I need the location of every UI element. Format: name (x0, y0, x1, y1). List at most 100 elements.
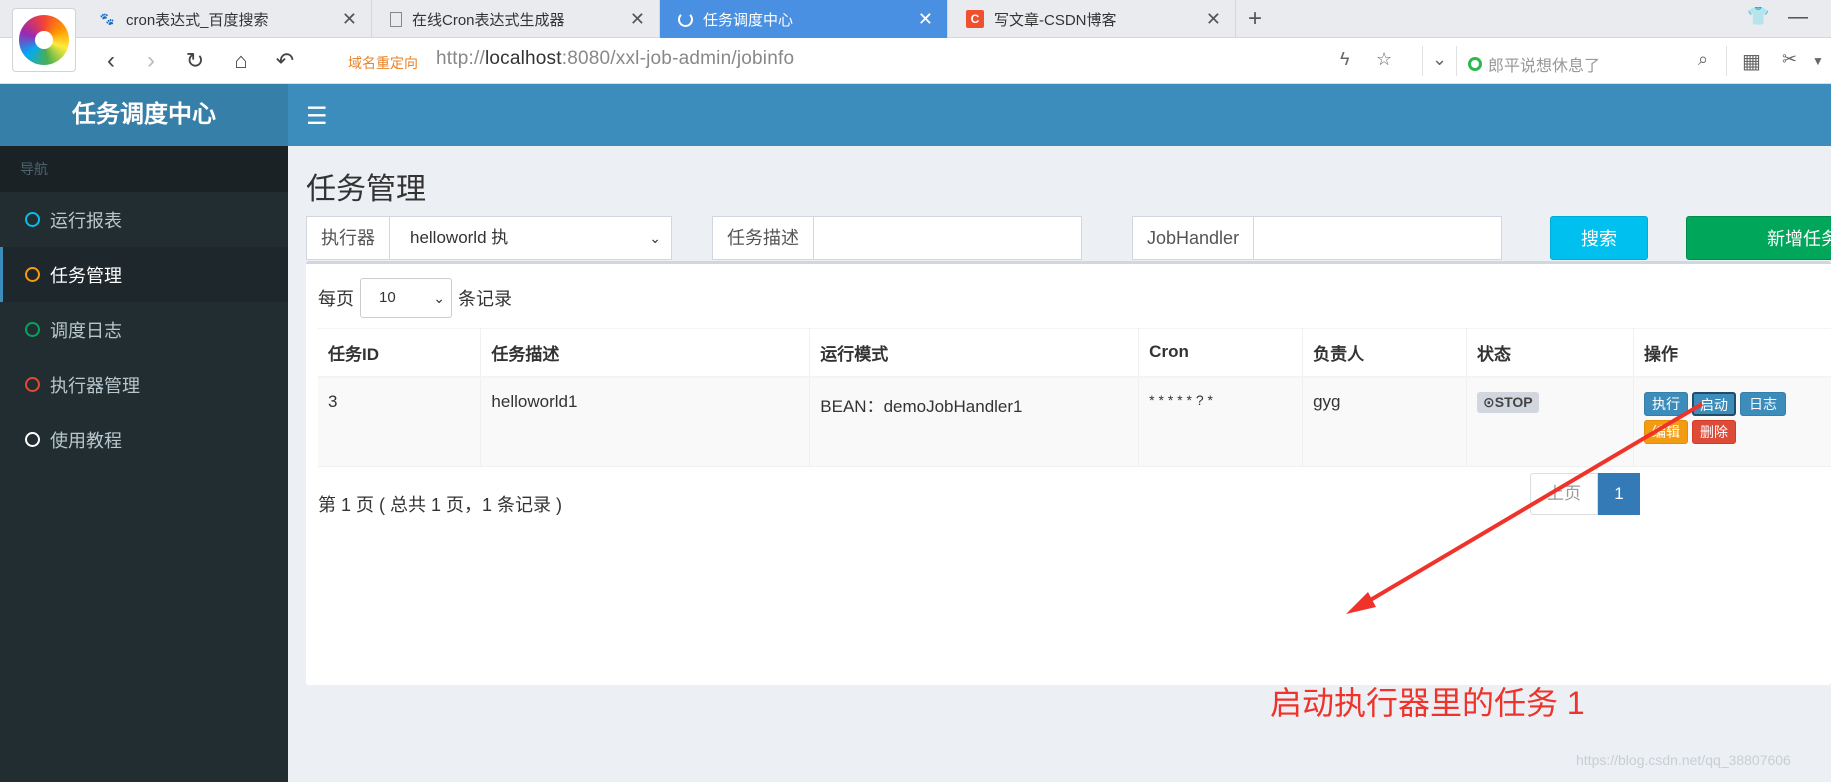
close-icon[interactable]: ✕ (918, 9, 933, 30)
redirect-tag: 域名重定向 (348, 55, 418, 71)
close-icon[interactable]: ✕ (1206, 9, 1221, 30)
circle-icon (25, 322, 40, 337)
home-button[interactable]: ⌂ (226, 46, 256, 76)
divider (1422, 46, 1423, 76)
sidebar-item-label: 使用教程 (50, 430, 122, 451)
menu-toggle-icon[interactable]: ☰ (306, 102, 328, 131)
start-button[interactable]: 启动 (1691, 391, 1736, 416)
divider (1726, 46, 1727, 76)
tab-title: 写文章-CSDN博客 (994, 11, 1117, 29)
log-button[interactable]: 日志 (1739, 391, 1786, 416)
circle-icon (25, 432, 40, 447)
tab-title: cron表达式_百度搜索 (126, 11, 269, 29)
desc-input[interactable] (814, 217, 1081, 259)
page-length-select[interactable]: 10 ⌄ (360, 278, 452, 318)
watermark: https://blog.csdn.net/qq_38807606 (1576, 752, 1791, 768)
sidebar-item-reports[interactable]: 运行报表 (0, 192, 288, 247)
search-placeholder: 郎平说想休息了 (1488, 58, 1601, 75)
search-button[interactable]: 搜索 (1550, 216, 1648, 260)
main-content: 任务管理 执行器 helloworld 执 ⌄ 任务描述 JobHandler 搜… (288, 146, 1831, 782)
star-icon[interactable]: ☆ (1376, 49, 1392, 70)
page-1-button[interactable]: 1 (1598, 473, 1640, 515)
cell-owner: gyg (1302, 376, 1468, 467)
add-job-button[interactable]: 新增任务 (1686, 216, 1831, 260)
cell-id: 3 (318, 376, 482, 467)
close-icon[interactable]: ✕ (342, 9, 357, 30)
minimize-icon[interactable]: — (1788, 6, 1808, 29)
baidu-paw-icon: 🐾 (99, 12, 115, 26)
edit-button[interactable]: 编辑 (1643, 419, 1688, 444)
sidebar-item-label: 执行器管理 (50, 375, 140, 396)
column-header-desc[interactable]: 任务描述 (480, 328, 811, 378)
sidebar-item-jobs[interactable]: 任务管理 (0, 247, 288, 302)
scissors-icon[interactable]: ✂ (1782, 49, 1797, 70)
executor-select[interactable]: helloworld 执 ⌄ (390, 217, 671, 259)
handler-filter: JobHandler (1132, 216, 1502, 260)
apps-grid-icon[interactable]: ▦ (1742, 49, 1761, 74)
lightning-icon[interactable]: ϟ (1340, 49, 1350, 70)
table-info: 第 1 页 ( 总共 1 页，1 条记录 ) (318, 495, 563, 515)
delete-button[interactable]: 删除 (1691, 419, 1736, 444)
job-table-box: 每页 10 ⌄ 条记录 任务ID 任务描述 运行模式 Cron 负责人 状态 操作 (306, 261, 1831, 685)
browser-search-input[interactable]: 郎平说想休息了 (1468, 52, 1600, 76)
sidebar-item-logs[interactable]: 调度日志 (0, 302, 288, 357)
column-header-id[interactable]: 任务ID (318, 328, 482, 378)
circle-icon (25, 267, 40, 282)
address-bar: ‹ › ↻ ⌂ ↶ 域名重定向 http://localhost:8080/xx… (0, 38, 1831, 84)
page-length-control: 每页 10 ⌄ 条记录 (318, 278, 512, 318)
search-icon[interactable]: ⌕ (1698, 49, 1708, 70)
run-button[interactable]: 执行 (1643, 391, 1688, 416)
filter-row: 执行器 helloworld 执 ⌄ 任务描述 JobHandler 搜索 新增任… (306, 216, 1831, 260)
chevron-down-icon[interactable]: ⌄ (1432, 49, 1447, 70)
divider (1456, 46, 1457, 76)
column-header-cron[interactable]: Cron (1138, 328, 1304, 378)
status-badge: ⊙STOP (1477, 391, 1539, 413)
column-header-mode[interactable]: 运行模式 (809, 328, 1140, 378)
cell-status: ⊙STOP (1466, 376, 1634, 467)
sidebar-item-executors[interactable]: 执行器管理 (0, 357, 288, 412)
undo-close-button[interactable]: ↶ (270, 46, 300, 76)
browser-logo[interactable] (12, 8, 76, 72)
browser-tab-cron-generator[interactable]: 在线Cron表达式生成器 ✕ (372, 0, 660, 38)
cell-cron: * * * * * ? * (1138, 376, 1304, 467)
handler-label: JobHandler (1133, 217, 1255, 259)
browser-tab-scheduler[interactable]: 任务调度中心 ✕ (660, 0, 948, 38)
browser-tab-baidu[interactable]: 🐾 cron表达式_百度搜索 ✕ (80, 0, 372, 38)
column-header-ops: 操作 (1633, 328, 1831, 378)
url-field[interactable]: http://localhost:8080/xxl-job-admin/jobi… (436, 48, 794, 70)
length-value: 10 (379, 289, 396, 306)
page-icon (390, 11, 402, 27)
length-prefix: 每页 (318, 289, 354, 309)
cell-mode: BEAN：demoJobHandler1 (809, 376, 1140, 467)
cell-desc: helloworld1 (480, 376, 811, 467)
nav-header: 导航 (0, 146, 288, 192)
sidebar-item-label: 调度日志 (50, 320, 122, 341)
circle-icon (25, 377, 40, 392)
browser-tab-csdn[interactable]: C 写文章-CSDN博客 ✕ (948, 0, 1236, 38)
app-logo[interactable]: 任务调度中心 (0, 84, 288, 146)
column-header-owner[interactable]: 负责人 (1302, 328, 1468, 378)
search-engine-icon (1468, 57, 1482, 71)
url-host: localhost (484, 48, 562, 69)
loading-icon (678, 11, 693, 27)
new-tab-button[interactable]: + (1240, 4, 1270, 34)
executor-filter: 执行器 helloworld 执 ⌄ (306, 216, 672, 260)
back-button[interactable]: ‹ (96, 46, 126, 76)
prev-page-button[interactable]: 上页 (1530, 473, 1598, 515)
sidebar-item-tutorial[interactable]: 使用教程 (0, 412, 288, 467)
shirt-icon[interactable]: 👕 (1747, 6, 1769, 27)
url-prefix: http:// (436, 48, 485, 69)
handler-input[interactable] (1254, 217, 1501, 259)
sidebar-menu: 运行报表 任务管理 调度日志 执行器管理 使用教程 (0, 192, 288, 467)
executor-label: 执行器 (307, 217, 390, 259)
browser-logo-icon (19, 15, 69, 65)
column-header-status[interactable]: 状态 (1466, 328, 1634, 378)
refresh-button[interactable]: ↻ (180, 46, 210, 76)
forward-button[interactable]: › (136, 46, 166, 76)
close-icon[interactable]: ✕ (630, 9, 645, 30)
caret-down-icon[interactable]: ▼ (1812, 54, 1824, 68)
chevron-down-icon: ⌄ (433, 290, 445, 306)
tab-title: 任务调度中心 (703, 11, 794, 29)
desc-filter: 任务描述 (712, 216, 1082, 260)
row-actions: 执行 启动 日志 编辑 删除 (1643, 391, 1804, 452)
